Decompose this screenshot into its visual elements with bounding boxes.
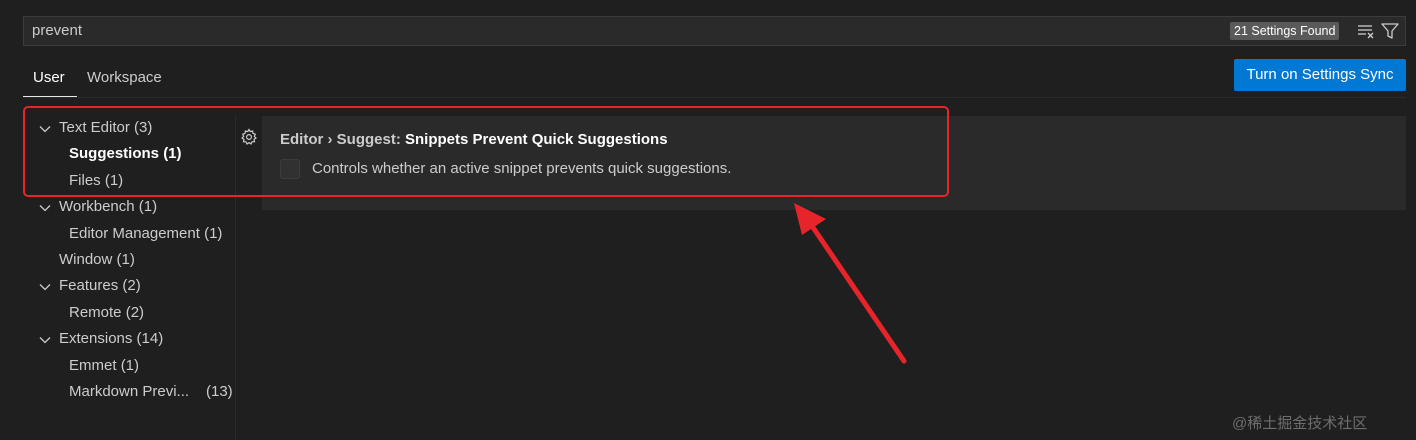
tab-user[interactable]: User (33, 68, 65, 88)
toc-item-editor-management[interactable]: Editor Management (1) (69, 224, 222, 244)
clear-filter-icon[interactable] (1356, 22, 1376, 40)
toc-item-label: Extensions (59, 330, 133, 347)
toc-item-label: Markdown Previ... (69, 383, 190, 400)
toc-item-label: Editor Management (69, 225, 200, 242)
toc-item-count: (2) (122, 277, 141, 294)
toc-item-label: Workbench (59, 198, 135, 215)
toc-item-count: (1) (120, 357, 140, 374)
funnel-icon[interactable] (1380, 22, 1400, 40)
chevron-down-icon[interactable] (39, 281, 51, 293)
toc-item-workbench[interactable]: Workbench (1) (59, 197, 157, 217)
tab-workspace[interactable]: Workspace (87, 68, 162, 88)
toc-item-label: Emmet (69, 357, 117, 374)
annotation-arrow (794, 203, 907, 364)
toc-item-markdown-preview[interactable]: Markdown Previ... (13) (69, 382, 234, 402)
annotation-highlight-box (23, 106, 949, 197)
active-tab-indicator (23, 96, 77, 97)
settings-search-box: 21 Settings Found (23, 16, 1406, 46)
tabs-divider (23, 97, 1406, 98)
toc-item-count: (2) (125, 304, 145, 321)
watermark: @稀土掘金技术社区 (1232, 415, 1368, 432)
chevron-down-icon[interactable] (39, 334, 51, 346)
results-count-badge: 21 Settings Found (1230, 22, 1340, 40)
toc-item-count: (1) (204, 225, 223, 242)
toc-item-window[interactable]: Window (1) (59, 250, 135, 270)
toc-item-count: (13) (206, 383, 233, 400)
toc-item-label: Features (59, 277, 119, 294)
toc-item-count: (14) (136, 330, 164, 347)
toc-item-count: (1) (138, 198, 158, 215)
turn-on-settings-sync-button[interactable]: Turn on Settings Sync (1234, 59, 1406, 91)
chevron-down-icon[interactable] (39, 202, 51, 214)
toc-item-label: Remote (69, 304, 122, 321)
toc-item-emmet[interactable]: Emmet (1) (69, 356, 139, 376)
settings-editor: 21 Settings Found User Workspace Turn on… (0, 0, 1416, 440)
search-input[interactable] (32, 17, 1212, 45)
toc-item-label: Window (59, 251, 113, 268)
toc-item-extensions[interactable]: Extensions (14) (59, 329, 163, 349)
toc-item-remote[interactable]: Remote (2) (69, 303, 144, 323)
toc-item-count: (1) (116, 251, 135, 268)
toc-item-features[interactable]: Features (2) (59, 276, 141, 296)
